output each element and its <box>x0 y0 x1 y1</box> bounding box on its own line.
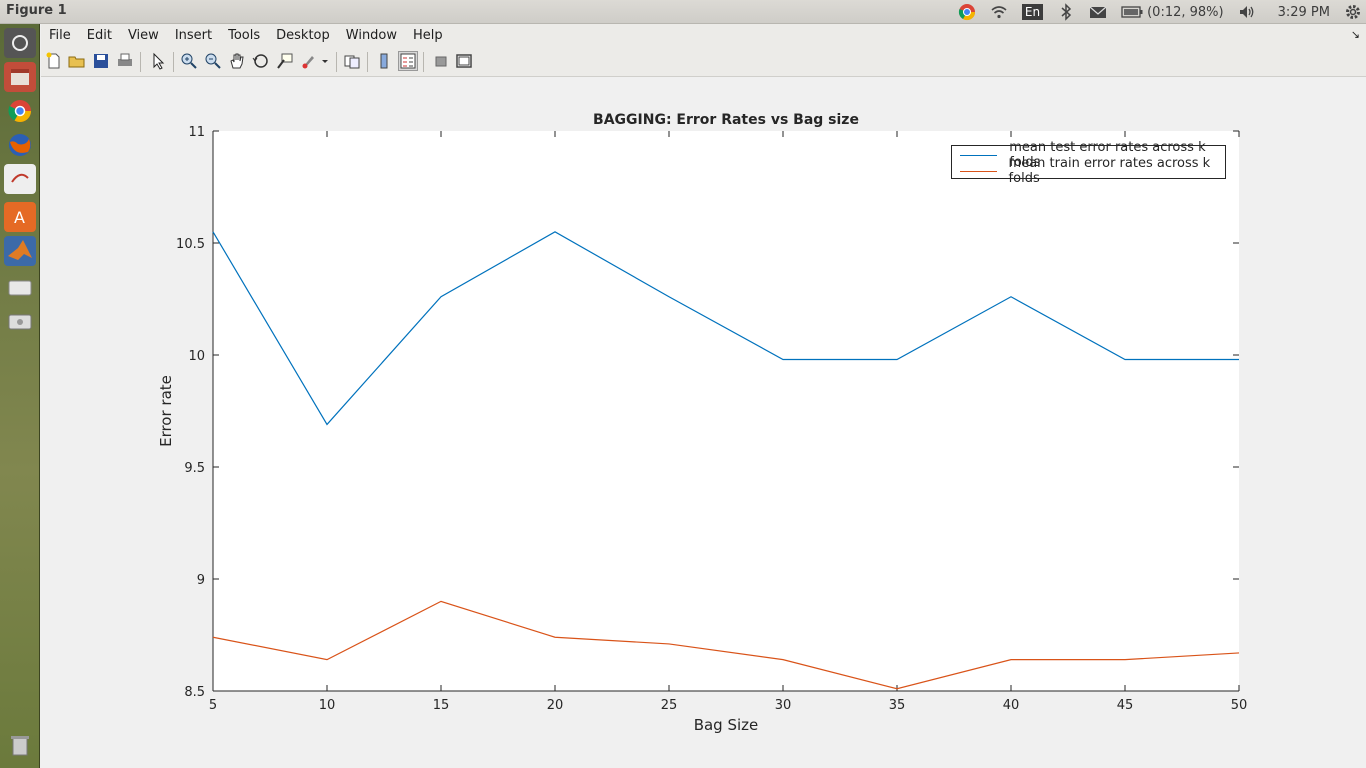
dash-home-icon[interactable] <box>4 28 36 58</box>
menu-file[interactable]: File <box>41 28 79 43</box>
disk-icon[interactable] <box>4 306 36 336</box>
colorbar-icon[interactable] <box>375 52 393 70</box>
x-tick-label: 40 <box>1003 698 1020 713</box>
y-tick-label: 9.5 <box>184 461 205 476</box>
print-icon[interactable] <box>116 52 134 70</box>
chart-legend[interactable]: mean test error rates across k folds mea… <box>951 140 1226 186</box>
legend-label-train: mean train error rates across k folds <box>1008 156 1211 186</box>
y-tick-label: 11 <box>188 125 205 140</box>
x-tick-label: 20 <box>547 698 564 713</box>
files-icon[interactable] <box>4 62 36 92</box>
plot-area[interactable] <box>213 131 1239 691</box>
legend-icon[interactable] <box>398 51 418 71</box>
toolbar-separator <box>173 52 174 72</box>
firefox-icon[interactable] <box>4 130 36 160</box>
keyboard-layout-indicator[interactable]: En <box>1021 4 1044 20</box>
battery-icon <box>1121 6 1143 18</box>
hide-plot-tools-icon[interactable] <box>432 52 450 70</box>
chart-title: BAGGING: Error Rates vs Bag size <box>593 112 859 128</box>
text-editor-icon[interactable] <box>4 164 36 194</box>
chrome-icon[interactable] <box>958 3 976 21</box>
pointer-icon[interactable] <box>149 52 167 70</box>
software-center-icon[interactable]: A <box>4 202 36 232</box>
toolbar-separator <box>423 52 424 72</box>
rotate-3d-icon[interactable] <box>252 52 270 70</box>
x-tick-label: 5 <box>209 698 217 713</box>
x-tick-label: 25 <box>661 698 678 713</box>
y-tick-label: 8.5 <box>184 685 205 700</box>
matlab-icon[interactable] <box>4 236 36 266</box>
menu-insert[interactable]: Insert <box>167 28 220 43</box>
x-tick-label: 45 <box>1117 698 1134 713</box>
x-tick-label: 15 <box>433 698 450 713</box>
data-cursor-icon[interactable] <box>276 52 294 70</box>
menu-view[interactable]: View <box>120 28 167 43</box>
menu-bar: File Edit View Insert Tools Desktop Wind… <box>41 24 1366 47</box>
y-tick-label: 10 <box>188 349 205 364</box>
toolbar-separator <box>140 52 141 72</box>
mail-icon[interactable] <box>1089 3 1107 21</box>
bluetooth-icon[interactable] <box>1057 3 1075 21</box>
show-plot-tools-icon[interactable] <box>455 52 473 70</box>
system-tray: En (0:12, 98%) 3:29 PM <box>958 0 1366 24</box>
chrome-launcher-icon[interactable] <box>4 96 36 126</box>
x-tick-label: 30 <box>775 698 792 713</box>
x-tick-label: 50 <box>1231 698 1248 713</box>
pan-hand-icon[interactable] <box>228 52 246 70</box>
x-tick-label: 35 <box>889 698 906 713</box>
volume-icon[interactable] <box>1238 3 1256 21</box>
legend-swatch-test <box>960 154 998 156</box>
trash-icon[interactable] <box>4 730 36 760</box>
y-axis-label: Error rate <box>157 375 175 447</box>
svg-text:A: A <box>14 208 25 227</box>
save-icon[interactable] <box>92 52 110 70</box>
y-tick-label: 10.5 <box>176 237 205 252</box>
brush-icon[interactable] <box>300 52 318 70</box>
x-axis-label: Bag Size <box>694 716 759 734</box>
y-tick-label: 9 <box>197 573 205 588</box>
new-figure-icon[interactable] <box>45 52 63 70</box>
battery-indicator[interactable]: (0:12, 98%) <box>1121 5 1224 20</box>
figure-toolbar <box>41 47 1366 77</box>
window-title: Figure 1 <box>6 3 67 18</box>
chevron-down-icon[interactable] <box>320 52 330 70</box>
zoom-in-icon[interactable] <box>180 52 198 70</box>
x-tick-label: 10 <box>319 698 336 713</box>
menu-tools[interactable]: Tools <box>220 28 268 43</box>
toolbar-separator <box>367 52 368 72</box>
battery-status: (0:12, 98%) <box>1147 4 1224 20</box>
zoom-out-icon[interactable] <box>204 52 222 70</box>
top-panel: Figure 1 En (0:12, 98%) 3:29 PM <box>0 0 1366 24</box>
drive-icon[interactable] <box>4 272 36 302</box>
unity-launcher: A <box>0 24 40 768</box>
menu-help[interactable]: Help <box>405 28 451 43</box>
legend-entry: mean train error rates across k folds <box>960 156 1225 186</box>
open-file-icon[interactable] <box>68 52 86 70</box>
menu-window[interactable]: Window <box>338 28 405 43</box>
link-plot-icon[interactable] <box>343 52 361 70</box>
wifi-icon[interactable] <box>990 3 1008 21</box>
clock[interactable]: 3:29 PM <box>1278 5 1330 20</box>
toolbar-separator <box>336 52 337 72</box>
menu-edit[interactable]: Edit <box>79 28 120 43</box>
figure-canvas: 5 10 15 20 25 30 35 40 45 50 8.5 9 9.5 10 10.5 11 BAGGIN… <box>41 77 1366 768</box>
menu-desktop[interactable]: Desktop <box>268 28 338 43</box>
dock-arrow-icon[interactable]: ↘ <box>1351 28 1360 41</box>
gear-icon[interactable] <box>1344 3 1362 21</box>
legend-swatch-train <box>960 170 997 172</box>
